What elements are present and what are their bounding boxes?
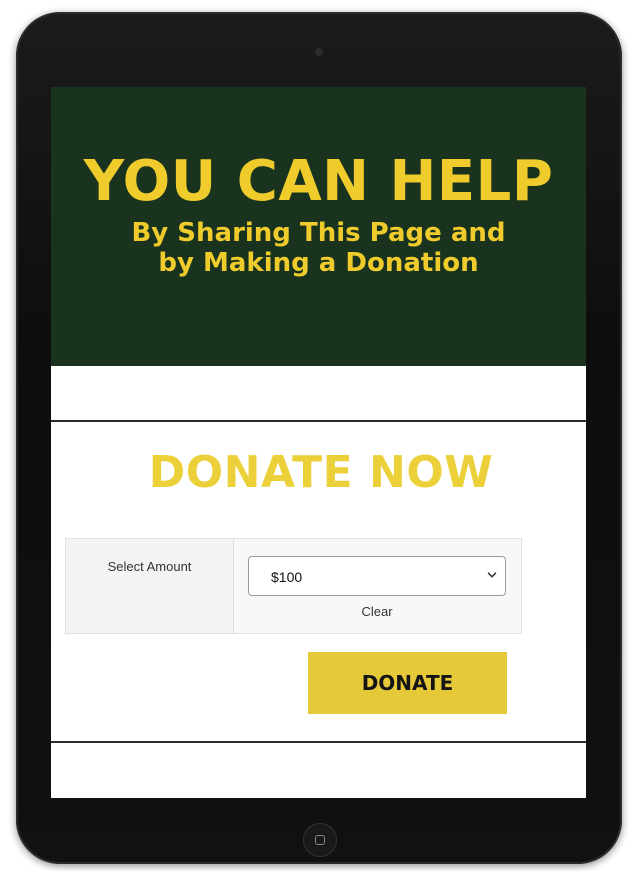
hero-subtitle-line1: By Sharing This Page and [131,218,506,248]
top-divider [51,420,586,422]
clear-link[interactable]: Clear [248,604,506,619]
home-button-icon [303,823,337,857]
hero-subtitle: By Sharing This Page and by Making a Don… [51,218,586,278]
home-square-glyph [315,835,325,845]
hero-banner: YOU CAN HELP By Sharing This Page and by… [51,87,586,366]
tablet-frame: YOU CAN HELP By Sharing This Page and by… [16,12,622,864]
amount-selection-table: Select Amount $100 Clear [65,538,522,634]
hero-subtitle-line2: by Making a Donation [158,248,479,278]
donate-now-heading: DONATE NOW [148,447,494,498]
chevron-down-icon [487,572,497,578]
amount-select[interactable]: $100 [248,556,506,596]
donate-button[interactable]: DONATE [308,652,507,714]
amount-select-value: $100 [271,569,303,585]
screen: YOU CAN HELP By Sharing This Page and by… [51,87,586,798]
camera-icon [315,48,323,56]
select-amount-label: Select Amount [66,539,234,633]
amount-input-cell: $100 Clear [234,539,521,633]
hero-title: YOU CAN HELP [83,149,554,214]
bottom-divider [51,741,586,743]
